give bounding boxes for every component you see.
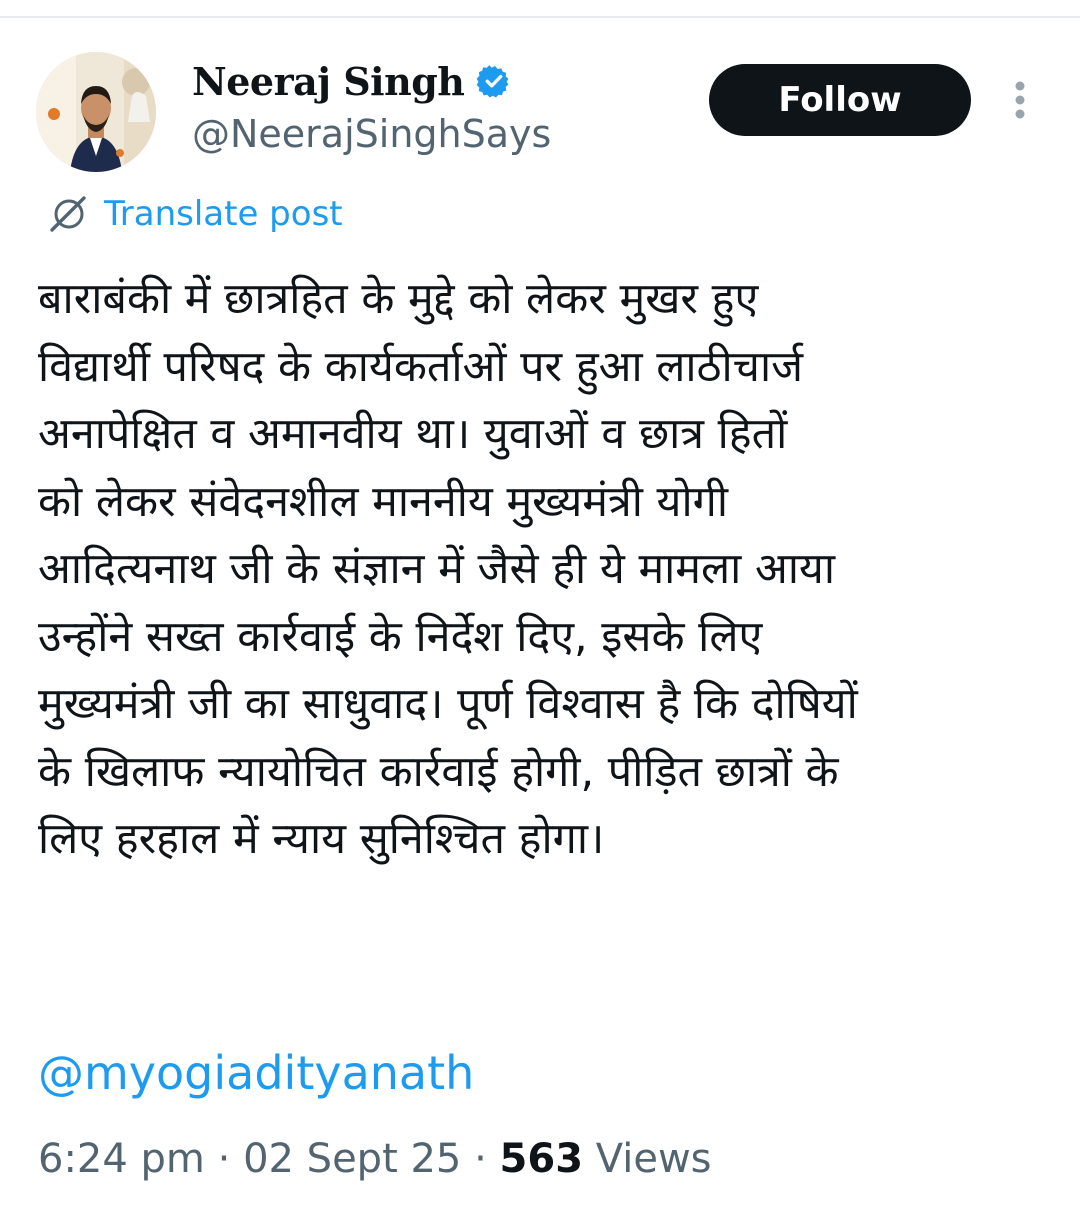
post-text-line: उन्होंने सख्त कार्रवाई के निर्देश दिए, इ… bbox=[38, 611, 763, 662]
views-label[interactable]: Views bbox=[596, 1136, 712, 1182]
post-text-line: मुख्यमंत्री जी का साधुवाद। पूर्ण विश्वास… bbox=[38, 679, 858, 729]
translate-post-link[interactable]: Translate post bbox=[46, 190, 343, 238]
post-metadata: 6:24 pm · 02 Sept 25 · 563 Views bbox=[38, 1136, 712, 1182]
post-text-line: को लेकर संवेदनशील माननीय मुख्यमंत्री योग… bbox=[38, 476, 728, 527]
follow-button[interactable]: Follow bbox=[709, 64, 971, 136]
author-name-row: Neeraj Singh bbox=[192, 56, 512, 106]
verified-badge-icon bbox=[476, 63, 512, 99]
post-text-line: विद्यार्थी परिषद के कार्यकर्ताओं पर हुआ … bbox=[38, 341, 804, 392]
author-display-name[interactable]: Neeraj Singh bbox=[192, 59, 465, 104]
post-text-line: आदित्यनाथ जी के संज्ञान में जैसे ही ये म… bbox=[38, 544, 835, 594]
post-text: बाराबंकी में छात्रहित के मुद्दे को लेकर … bbox=[38, 266, 1048, 874]
meta-separator: · bbox=[474, 1136, 487, 1182]
post-date[interactable]: 02 Sept 25 bbox=[243, 1136, 461, 1182]
vertical-ellipsis-icon[interactable] bbox=[1005, 80, 1035, 122]
post-text-line: लिए हरहाल में न्याय सुनिश्चित होगा। bbox=[38, 814, 605, 864]
author-handle[interactable]: @NeerajSinghSays bbox=[192, 112, 551, 156]
avatar[interactable] bbox=[36, 52, 156, 172]
post-time[interactable]: 6:24 pm bbox=[38, 1136, 205, 1182]
translate-post-label[interactable]: Translate post bbox=[104, 194, 343, 234]
post-text-line: बाराबंकी में छात्रहित के मुद्दे को लेकर … bbox=[38, 274, 759, 324]
meta-separator: · bbox=[217, 1136, 231, 1182]
views-count[interactable]: 563 bbox=[500, 1136, 584, 1182]
post-text-line: के खिलाफ न्यायोचित कार्रवाई होगी, पीड़ित… bbox=[38, 746, 839, 797]
mention-link[interactable]: @myogiadityanath bbox=[38, 1046, 474, 1100]
globe-slash-icon bbox=[46, 192, 90, 236]
post-text-line: अनापेक्षित व अमानवीय था। युवाओं व छात्र … bbox=[38, 409, 788, 459]
avatar-image bbox=[36, 52, 156, 172]
top-divider bbox=[0, 16, 1080, 18]
